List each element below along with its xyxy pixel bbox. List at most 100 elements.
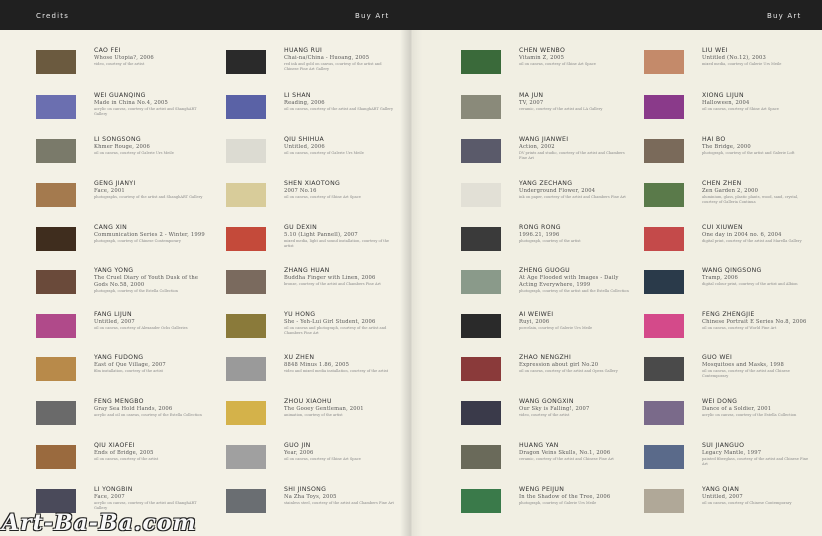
- artwork-thumbnail[interactable]: [644, 95, 684, 119]
- artwork-entry[interactable]: FANG LIJUN Untitled, 2007 oil on canvas, c…: [36, 311, 196, 351]
- artwork-thumbnail[interactable]: [644, 227, 684, 251]
- artwork-entry[interactable]: CAO FEI Whose Utopia?, 2006 video, courtes…: [36, 47, 196, 87]
- artwork-entry[interactable]: ZHANG HUAN Buddha Finger with Linen, 2006…: [226, 267, 386, 307]
- artwork-thumbnail[interactable]: [644, 401, 684, 425]
- artwork-entry[interactable]: GUO JIN Year, 2006 oil on canvas, courtesy…: [226, 442, 386, 482]
- artwork-entry[interactable]: AI WEIWEI Ruyi, 2006 porcelain, courtesy o…: [461, 311, 621, 351]
- artwork-entry[interactable]: QIU SHIHUA Untitled, 2006 oil on canvas, c…: [226, 136, 386, 176]
- artwork-entry[interactable]: ZHENG GUOGU At Age Flooded with Images - …: [461, 267, 629, 307]
- artwork-entry[interactable]: YANG QIAN Untitled, 2007 oil on canvas, co…: [644, 486, 804, 526]
- artwork-entry[interactable]: CHEN WENBO Vitamin Z, 2005 oil on canvas, …: [461, 47, 621, 87]
- artwork-thumbnail[interactable]: [644, 445, 684, 469]
- buy-art-link-right[interactable]: Buy Art: [767, 12, 801, 20]
- artist-name: XIONG LIJUN: [702, 92, 744, 99]
- artwork-thumbnail[interactable]: [461, 227, 501, 251]
- artwork-thumbnail[interactable]: [226, 270, 266, 294]
- artwork-caption: QIU XIAOFEI Ends of Bridge, 2005 oil on ca…: [94, 442, 206, 462]
- artwork-thumbnail[interactable]: [226, 314, 266, 338]
- artwork-thumbnail[interactable]: [36, 445, 76, 469]
- artwork-entry[interactable]: WEI DONG Dance of a Soldier, 2001 acrylic …: [644, 398, 804, 438]
- artwork-thumbnail[interactable]: [461, 50, 501, 74]
- artwork-entry[interactable]: WENG PEIJUN In the Shadow of the Tree, 20…: [461, 486, 621, 526]
- artwork-entry[interactable]: LI SONGSONG Khmer Rouge, 2006 oil on canva…: [36, 136, 196, 176]
- artwork-caption: WEI GUANQING Made in China No.4, 2005 acry…: [94, 92, 206, 116]
- artwork-thumbnail[interactable]: [36, 139, 76, 163]
- artwork-thumbnail[interactable]: [461, 489, 501, 513]
- artwork-thumbnail[interactable]: [461, 270, 501, 294]
- artwork-details: photograph, courtesy of the artist and G…: [702, 151, 795, 155]
- artwork-entry[interactable]: MA JUN TV, 2007 ceramic, courtesy of the a…: [461, 92, 621, 132]
- artwork-entry[interactable]: GUO WEI Mosquitoes and Masks, 1998 oil on …: [644, 354, 804, 394]
- artwork-thumbnail[interactable]: [226, 227, 266, 251]
- artwork-entry[interactable]: CANG XIN Communication Series 2 - Winter,…: [36, 224, 205, 264]
- artwork-thumbnail[interactable]: [36, 183, 76, 207]
- artwork-thumbnail[interactable]: [461, 401, 501, 425]
- artwork-entry[interactable]: FENG MENGBO Gray Sea Hold Hands, 2006 acry…: [36, 398, 202, 438]
- artwork-entry[interactable]: FENG ZHENGJIE Chinese Portrait E Series N…: [644, 311, 806, 351]
- artwork-thumbnail[interactable]: [644, 357, 684, 381]
- artwork-thumbnail[interactable]: [644, 314, 684, 338]
- artwork-thumbnail[interactable]: [226, 139, 266, 163]
- artwork-thumbnail[interactable]: [461, 95, 501, 119]
- artwork-thumbnail[interactable]: [36, 50, 76, 74]
- artwork-thumbnail[interactable]: [644, 270, 684, 294]
- artwork-thumbnail[interactable]: [644, 139, 684, 163]
- artwork-title: The Cruel Diary of Youth Dusk of the God…: [94, 275, 199, 288]
- artwork-thumbnail[interactable]: [226, 183, 266, 207]
- artwork-entry[interactable]: HUANG RUI Chai-na/China - Huoang, 2005 red…: [226, 47, 386, 87]
- artwork-thumbnail[interactable]: [36, 227, 76, 251]
- artwork-entry[interactable]: LI SHAN Reading, 2006 oil on canvas, court…: [226, 92, 393, 132]
- artwork-thumbnail[interactable]: [226, 489, 266, 513]
- artwork-thumbnail[interactable]: [36, 270, 76, 294]
- artwork-entry[interactable]: QIU XIAOFEI Ends of Bridge, 2005 oil on ca…: [36, 442, 196, 482]
- artwork-entry[interactable]: YANG FUDONG East of Que Village, 2007 film…: [36, 354, 196, 394]
- artwork-entry[interactable]: CHEN ZHEN Zen Garden 2, 2000 aluminium, gl…: [644, 180, 804, 220]
- artwork-thumbnail[interactable]: [226, 401, 266, 425]
- artwork-entry[interactable]: WANG QINGSONG Tramp, 2006 digital colour p…: [644, 267, 804, 307]
- artwork-thumbnail[interactable]: [36, 95, 76, 119]
- artwork-entry[interactable]: CUI XIUWEN One day in 2004 no. 6, 2004 dig…: [644, 224, 804, 264]
- artwork-entry[interactable]: XIONG LIJUN Halloween, 2004 oil on canvas,…: [644, 92, 804, 132]
- artwork-thumbnail[interactable]: [461, 357, 501, 381]
- artwork-details: photographs, courtesy of the artist and …: [94, 195, 203, 199]
- artwork-entry[interactable]: SHI JINSONG Na Zha Toys, 2005 stainless st…: [226, 486, 394, 526]
- artwork-entry[interactable]: WANG GONGXIN Our Sky is Falling!, 2007 vid…: [461, 398, 621, 438]
- artwork-entry[interactable]: SHEN XIAOTONG 2007 No.16 oil on canvas, co…: [226, 180, 386, 220]
- artwork-thumbnail[interactable]: [461, 183, 501, 207]
- artwork-entry[interactable]: ZHOU XIAOHU The Gooey Gentleman, 2001 anim…: [226, 398, 386, 438]
- artwork-entry[interactable]: WEI GUANQING Made in China No.4, 2005 acry…: [36, 92, 196, 132]
- artwork-entry[interactable]: RONG RONG 1996.21, 1996 photograph, courte…: [461, 224, 621, 264]
- artwork-entry[interactable]: YANG ZECHANG Underground Flower, 2004 ink …: [461, 180, 626, 220]
- artwork-thumbnail[interactable]: [461, 139, 501, 163]
- artwork-thumbnail[interactable]: [644, 489, 684, 513]
- artwork-thumbnail[interactable]: [226, 50, 266, 74]
- artwork-entry[interactable]: YU HONG She - Yeh-Lui Girl Student, 2006 o…: [226, 311, 386, 351]
- artwork-thumbnail[interactable]: [226, 357, 266, 381]
- artwork-entry[interactable]: SUI JIANGUO Legacy Mantle, 1997 painted fi…: [644, 442, 808, 482]
- artwork-thumbnail[interactable]: [36, 314, 76, 338]
- right-page: CHEN WENBO Vitamin Z, 2005 oil on canvas, …: [411, 30, 822, 536]
- artwork-thumbnail[interactable]: [36, 401, 76, 425]
- artwork-thumbnail[interactable]: [226, 445, 266, 469]
- artwork-entry[interactable]: YANG YONG The Cruel Diary of Youth Dusk o…: [36, 267, 198, 307]
- artwork-title: 5.10 (Light Pannell), 2007: [284, 232, 358, 238]
- artist-name: QIU XIAOFEI: [94, 442, 135, 449]
- artwork-thumbnail[interactable]: [226, 95, 266, 119]
- artwork-thumbnail[interactable]: [461, 314, 501, 338]
- artwork-entry[interactable]: GU DEXIN 5.10 (Light Pannell), 2007 mixed …: [226, 224, 389, 264]
- artwork-thumbnail[interactable]: [36, 357, 76, 381]
- artwork-caption: SUI JIANGUO Legacy Mantle, 1997 painted fi…: [702, 442, 814, 466]
- artist-name: GUO WEI: [702, 354, 733, 361]
- artwork-thumbnail[interactable]: [644, 183, 684, 207]
- artist-name: CHEN ZHEN: [702, 180, 742, 187]
- artwork-entry[interactable]: GENG JIANYI Face, 2001 photographs, courte…: [36, 180, 202, 220]
- artwork-entry[interactable]: HUANG YAN Dragon Veins Skulls, No.1, 2006…: [461, 442, 621, 482]
- artwork-entry[interactable]: XU ZHEN 8848 Minus 1.86, 2005 video and mi…: [226, 354, 388, 394]
- artwork-entry[interactable]: ZHAO NENGZHI Expression about girl No.20 o…: [461, 354, 621, 394]
- artwork-entry[interactable]: WANG JIANWEI Action, 2002 DV prints and st…: [461, 136, 625, 176]
- artwork-entry[interactable]: HAI BO The Bridge, 2000 photograph, courte…: [644, 136, 804, 176]
- artwork-thumbnail[interactable]: [644, 50, 684, 74]
- artwork-thumbnail[interactable]: [461, 445, 501, 469]
- buy-art-link[interactable]: Buy Art: [355, 12, 389, 20]
- artwork-entry[interactable]: LIU WEI Untitled (No.12), 2003 mixed media…: [644, 47, 804, 87]
